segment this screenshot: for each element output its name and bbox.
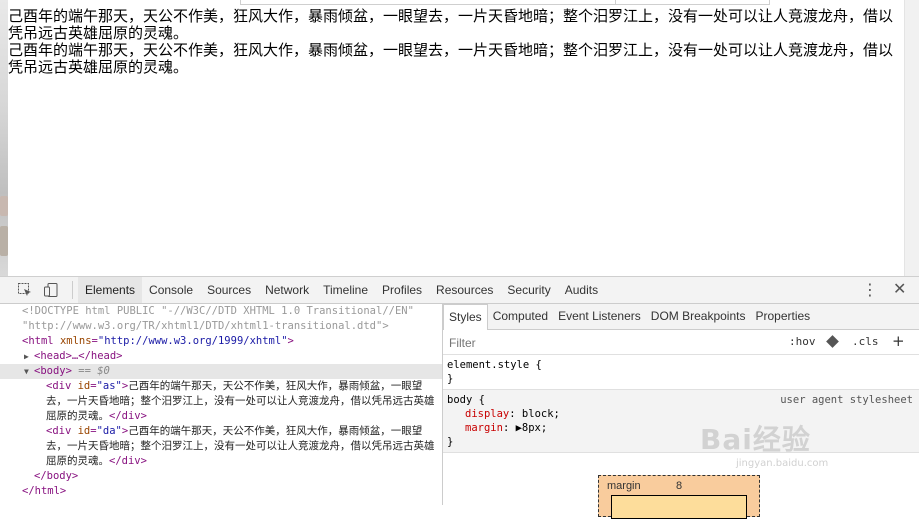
element-style-close: } — [447, 373, 454, 385]
watermark-url: jingyan.baidu.com — [736, 458, 829, 469]
body-node[interactable]: ▼ <body> == $0 — [0, 364, 442, 379]
devtools-toolbar: Elements Console Sources Network Timelin… — [0, 277, 919, 304]
div-da-text: 己酉年的端午那天，天公不作美，狂风大作，暴雨倾盆，一眼望去，一片天昏地暗；整个汨… — [8, 41, 894, 76]
display-value: block; — [521, 408, 560, 420]
toolbar-divider — [72, 281, 73, 299]
div-as-open-tag: <div — [46, 380, 78, 392]
tab-security[interactable]: Security — [500, 277, 557, 303]
tab-network[interactable]: Network — [258, 277, 316, 303]
tab-audits[interactable]: Audits — [558, 277, 605, 303]
tab-elements[interactable]: Elements — [78, 277, 143, 303]
div-da-open-tag: <div — [46, 425, 78, 437]
div-as-attr-name: id — [77, 380, 91, 392]
devtools-panel: Elements Console Sources Network Timelin… — [0, 276, 919, 519]
watermark-logo: Bai经验 — [700, 423, 811, 456]
div-da-attr-name: id — [77, 425, 91, 437]
styles-sidebar: Styles Computed Event Listeners DOM Brea… — [443, 304, 919, 519]
device-mode-icon[interactable] — [43, 282, 59, 298]
sidebar-tabs: Styles Computed Event Listeners DOM Brea… — [443, 304, 919, 330]
page-scrollbar[interactable] — [904, 0, 919, 276]
html-close-node[interactable]: </html> — [0, 484, 442, 499]
tab-resources[interactable]: Resources — [429, 277, 500, 303]
styles-filter-bar: :hov .cls + — [443, 330, 919, 355]
tab-event-listeners[interactable]: Event Listeners — [553, 304, 646, 329]
box-model-margin-label: margin — [607, 480, 641, 492]
head-tag: <head>…</head> — [34, 350, 123, 362]
tab-properties[interactable]: Properties — [750, 304, 815, 329]
tab-sources[interactable]: Sources — [200, 277, 258, 303]
add-rule-icon[interactable]: + — [892, 332, 905, 350]
margin-property: margin — [465, 422, 503, 434]
class-toggle[interactable]: .cls — [852, 335, 879, 348]
head-node[interactable]: ▶ <head>…</head> — [0, 349, 442, 364]
div-as-attr-value: "as" — [96, 380, 122, 392]
tab-profiles[interactable]: Profiles — [375, 277, 429, 303]
box-model-border-box[interactable] — [611, 495, 747, 519]
html-attr-name: xmlns — [59, 335, 92, 347]
devtools-tabs: Elements Console Sources Network Timelin… — [78, 277, 605, 303]
selected-node-marker: == $0 — [78, 365, 110, 377]
html-node[interactable]: <html xmlns="http://www.w3.org/1999/xhtm… — [0, 334, 442, 349]
address-bar[interactable] — [240, 0, 770, 5]
styles-filter-input[interactable] — [447, 334, 751, 352]
page-viewport: 己酉年的端午那天，天公不作美，狂风大作，暴雨倾盆，一眼望去，一片天昏地暗；整个汨… — [8, 8, 903, 276]
rule-source-label: user agent stylesheet — [780, 394, 913, 406]
body-close-node[interactable]: </body> — [0, 469, 442, 484]
body-rule-close: } — [447, 436, 454, 448]
div-da-node[interactable]: <div id="da">己酉年的端午那天，天公不作美，狂风大作，暴雨倾盆，一眼… — [0, 424, 442, 469]
html-attr-value: "http://www.w3.org/1999/xhtml" — [97, 335, 288, 347]
margin-value: ▶8px; — [515, 422, 548, 434]
new-style-rule-icon[interactable] — [826, 335, 839, 348]
display-declaration[interactable]: display: block; — [447, 407, 915, 421]
tab-console[interactable]: Console — [142, 277, 200, 303]
doctype-node-continued[interactable]: "http://www.w3.org/TR/xhtml1/DTD/xhtml1-… — [0, 319, 442, 334]
address-bar-divider — [615, 0, 616, 4]
html-open-bracket: > — [287, 335, 294, 347]
div-as-node[interactable]: <div id="as">己酉年的端午那天，天公不作美，狂风大作，暴雨倾盆，一眼… — [0, 379, 442, 424]
display-property: display — [465, 408, 510, 420]
hover-state-toggle[interactable]: :hov — [789, 335, 816, 348]
body-close-tag: </body> — [34, 470, 79, 482]
collapse-triangle-icon[interactable]: ▼ — [24, 364, 29, 379]
inspect-element-icon[interactable] — [17, 282, 33, 298]
doctype-line-2: "http://www.w3.org/TR/xhtml1/DTD/xhtml1-… — [22, 320, 389, 332]
box-model-diagram[interactable]: margin 8 — [598, 475, 760, 519]
close-icon[interactable]: ✕ — [893, 280, 906, 298]
doctype-line-1: <!DOCTYPE html PUBLIC "-//W3C//DTD XHTML… — [22, 305, 414, 317]
html-close-tag: </html> — [22, 485, 67, 497]
tab-timeline[interactable]: Timeline — [316, 277, 375, 303]
tab-computed[interactable]: Computed — [488, 304, 553, 329]
tab-styles[interactable]: Styles — [443, 304, 488, 330]
background-thumbnail — [0, 196, 8, 216]
div-as-text: 己酉年的端午那天，天公不作美，狂风大作，暴雨倾盆，一眼望去，一片天昏地暗；整个汨… — [8, 7, 894, 42]
background-thumbnail — [0, 226, 8, 256]
html-open-tag: <html — [22, 335, 60, 347]
background-window-edge — [0, 0, 8, 276]
element-style-rule[interactable]: element.style { } — [443, 355, 919, 390]
box-model-margin-value[interactable]: 8 — [676, 480, 682, 492]
elements-tree[interactable]: <!DOCTYPE html PUBLIC "-//W3C//DTD XHTML… — [0, 304, 443, 505]
margin-declaration[interactable]: margin: ▶8px; — [447, 421, 915, 435]
div-da-close-tag: </div> — [109, 455, 147, 467]
expand-triangle-icon[interactable]: ▶ — [24, 349, 29, 364]
div-as-close-tag: </div> — [109, 410, 147, 422]
element-style-selector: element.style { — [447, 359, 542, 371]
tab-dom-breakpoints[interactable]: DOM Breakpoints — [646, 304, 751, 329]
div-da-attr-value: "da" — [96, 425, 122, 437]
body-open-tag: <body> — [34, 365, 72, 377]
body-style-rule[interactable]: body { user agent stylesheet display: bl… — [443, 390, 919, 453]
doctype-node[interactable]: <!DOCTYPE html PUBLIC "-//W3C//DTD XHTML… — [0, 304, 442, 319]
more-vertical-icon[interactable]: ⋮ — [862, 281, 878, 299]
